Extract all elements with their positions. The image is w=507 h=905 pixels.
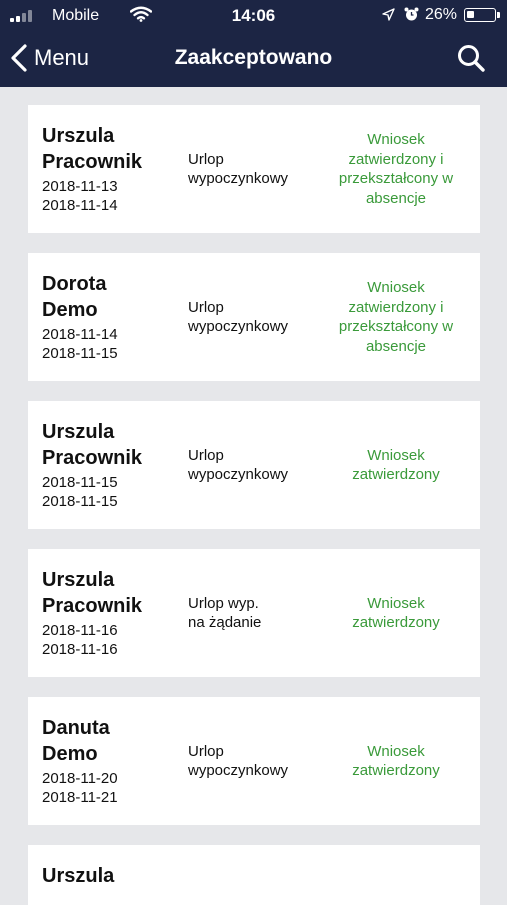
alarm-icon (404, 7, 419, 21)
leave-type-line: wypoczynkowy (188, 762, 289, 779)
request-status: Wniosek zatwierdzony i przekształcony w … (324, 253, 468, 381)
request-status: Wniosek zatwierdzony (324, 549, 468, 677)
leave-type-line: Urlop (188, 743, 224, 760)
employee-last-name: Pracownik (42, 447, 143, 469)
date-range: 2018-11-20 2018-11-21 (42, 769, 118, 807)
request-card[interactable]: Danuta Demo 2018-11-20 2018-11-21 Urlop … (28, 697, 480, 825)
employee-last-name: Pracownik (42, 151, 143, 173)
employee-name: Urszula (42, 863, 182, 889)
employee-name: Urszula Pracownik (42, 123, 182, 175)
employee-first-name: Dorota (42, 273, 107, 295)
leave-type: Urlop wypoczynkowy (188, 253, 318, 381)
date-from: 2018-11-20 (42, 770, 118, 787)
battery-icon (464, 8, 500, 22)
leave-type: Urlop wypoczynkowy (188, 105, 318, 233)
request-card[interactable]: Urszula Pracownik 2018-11-16 2018-11-16 … (28, 549, 480, 677)
employee-first-name: Urszula (42, 421, 115, 443)
employee-name: Dorota Demo (42, 271, 182, 323)
leave-type: Urlop wypoczynkowy (188, 697, 318, 825)
request-status: Wniosek zatwierdzony (324, 401, 468, 529)
date-range: 2018-11-14 2018-11-15 (42, 325, 118, 363)
date-range: 2018-11-16 2018-11-16 (42, 621, 118, 659)
leave-type-line: na żądanie (188, 614, 262, 631)
leave-type-line: Urlop (188, 447, 224, 464)
date-to: 2018-11-14 (42, 197, 118, 214)
employee-first-name: Urszula (42, 865, 115, 887)
employee-last-name: Demo (42, 743, 98, 765)
request-status: Wniosek zatwierdzony i przekształcony w … (324, 105, 468, 233)
leave-type-line: Urlop (188, 299, 224, 316)
status-line: absencje (365, 189, 427, 207)
status-bar: Mobile 14:06 26% (0, 0, 507, 30)
status-line: zatwierdzony (352, 614, 440, 631)
request-list: Urszula Pracownik 2018-11-13 2018-11-14 … (28, 105, 480, 905)
battery-percent: 26% (425, 6, 458, 23)
back-button[interactable]: Menu (10, 42, 89, 74)
status-line: absencje (365, 337, 427, 355)
leave-type-line: Urlop (188, 151, 224, 168)
location-arrow-icon (382, 8, 395, 21)
employee-name: Danuta Demo (42, 715, 182, 767)
date-to: 2018-11-15 (42, 345, 118, 362)
date-to: 2018-11-16 (42, 641, 118, 658)
date-range: 2018-11-15 2018-11-15 (42, 473, 118, 511)
status-line: zatwierdzony (352, 762, 440, 779)
back-button-label: Menu (34, 45, 90, 70)
date-from: 2018-11-14 (42, 326, 118, 343)
leave-type-line: Urlop wyp. (188, 595, 259, 612)
status-line: Wniosek (367, 279, 425, 296)
employee-first-name: Urszula (42, 569, 115, 591)
date-to: 2018-11-21 (42, 789, 118, 806)
employee-name: Urszula Pracownik (42, 419, 182, 471)
request-card[interactable]: Urszula (28, 845, 480, 905)
chevron-left-icon (11, 44, 27, 72)
request-card[interactable]: Urszula Pracownik 2018-11-15 2018-11-15 … (28, 401, 480, 529)
status-line: Wniosek (367, 594, 425, 612)
date-from: 2018-11-13 (42, 178, 118, 195)
status-line: przekształcony w (338, 170, 454, 187)
status-line: zatwierdzony i (348, 150, 444, 168)
employee-name: Urszula Pracownik (42, 567, 182, 619)
status-line: Wniosek (367, 446, 425, 464)
leave-type: Urlop wyp. na żądanie (188, 549, 318, 677)
navigation-bar: Menu Zaakceptowano (0, 30, 507, 87)
leave-type-line: wypoczynkowy (188, 318, 289, 335)
search-icon[interactable] (456, 43, 486, 73)
status-line: przekształcony w (338, 318, 454, 335)
request-card[interactable]: Urszula Pracownik 2018-11-13 2018-11-14 … (28, 105, 480, 233)
leave-type: Urlop wypoczynkowy (188, 401, 318, 529)
employee-first-name: Danuta (42, 717, 110, 739)
date-from: 2018-11-15 (42, 474, 118, 491)
employee-last-name: Pracownik (42, 595, 143, 617)
employee-last-name: Demo (42, 299, 98, 321)
request-status: Wniosek zatwierdzony (324, 697, 468, 825)
leave-type-line: wypoczynkowy (188, 466, 289, 483)
status-line: Wniosek (367, 131, 425, 148)
date-to: 2018-11-15 (42, 493, 118, 510)
date-from: 2018-11-16 (42, 622, 118, 639)
status-line: Wniosek (367, 742, 425, 760)
request-card[interactable]: Dorota Demo 2018-11-14 2018-11-15 Urlop … (28, 253, 480, 381)
leave-type-line: wypoczynkowy (188, 170, 289, 187)
employee-first-name: Urszula (42, 125, 115, 147)
date-range: 2018-11-13 2018-11-14 (42, 177, 118, 215)
status-line: zatwierdzony i (348, 298, 444, 316)
status-line: zatwierdzony (352, 466, 440, 483)
